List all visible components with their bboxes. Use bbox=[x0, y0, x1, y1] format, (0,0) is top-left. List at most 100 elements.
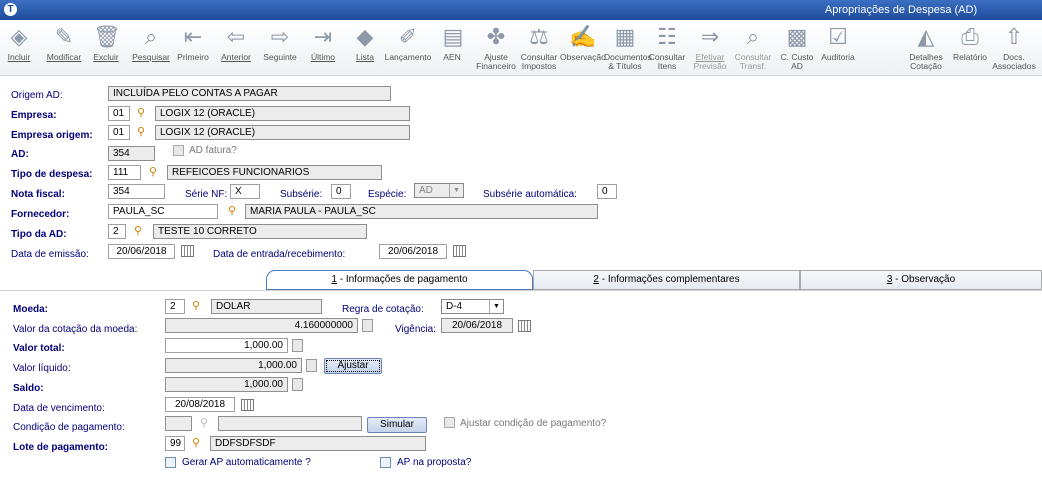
documents-icon: ▦ bbox=[614, 24, 636, 49]
documentos-titulos-button[interactable]: ▦ Documentos & Títulos bbox=[604, 23, 652, 71]
lote-name-field[interactable]: DDFSDFSDF bbox=[210, 436, 426, 451]
empresa-name-field[interactable]: LOGIX 12 (ORACLE) bbox=[155, 106, 410, 121]
primeiro-button[interactable]: ⇤ Primeiro bbox=[175, 23, 211, 62]
tipo-despesa-name-field[interactable]: REFEICOES FUNCIONARIOS bbox=[167, 165, 382, 180]
calendar-icon[interactable] bbox=[453, 245, 466, 257]
tab-informacoes-pagamento[interactable]: 1 - Informações de pagamento bbox=[266, 270, 533, 290]
emissao-date-field[interactable]: 20/06/2018 bbox=[108, 244, 175, 259]
subserie-field[interactable]: 0 bbox=[331, 184, 351, 199]
lista-button[interactable]: ◆ Lista bbox=[352, 23, 378, 62]
printer-icon: ⎙ bbox=[961, 24, 979, 49]
fornecedor-label: Fornecedor: bbox=[11, 209, 70, 220]
cube-icon: ▩ bbox=[786, 24, 808, 49]
detalhes-cotacao-button[interactable]: ◭ Detalhes Cotação bbox=[906, 23, 946, 71]
calendar-icon[interactable] bbox=[518, 320, 531, 332]
pesquisar-button[interactable]: ⌕ Pesquisar bbox=[130, 23, 172, 62]
ajustar-condicao-checkbox[interactable] bbox=[444, 417, 455, 428]
ad-field[interactable]: 354 bbox=[108, 146, 155, 161]
vencimento-date-field[interactable]: 20/08/2018 bbox=[165, 397, 235, 412]
condicao-name-field[interactable] bbox=[218, 416, 362, 431]
relatorio-button[interactable]: ⎙ Relatório bbox=[950, 23, 990, 62]
last-icon: ⇥ bbox=[313, 24, 333, 49]
chevron-down-icon: ▼ bbox=[489, 300, 503, 313]
condicao-code-field[interactable] bbox=[165, 416, 192, 431]
empresa-code-field[interactable]: 01 bbox=[108, 106, 130, 121]
moeda-name-field[interactable]: DOLAR bbox=[211, 299, 322, 314]
tipo-despesa-code-field[interactable]: 111 bbox=[108, 165, 141, 180]
search-icon[interactable]: ⚲ bbox=[134, 106, 148, 120]
list-icon: ◆ bbox=[356, 24, 374, 49]
auditoria-button[interactable]: ☑ Auditoria bbox=[818, 23, 858, 62]
search-icon[interactable]: ⚲ bbox=[197, 416, 211, 430]
vigencia-date-field[interactable]: 20/06/2018 bbox=[441, 318, 513, 333]
moeda-code-field[interactable]: 2 bbox=[165, 299, 185, 314]
aen-button[interactable]: ▤ AEN bbox=[440, 23, 464, 62]
search-icon[interactable]: ⚲ bbox=[146, 165, 160, 179]
fornecedor-name-field[interactable]: MARIA PAULA - PAULA_SC bbox=[245, 204, 598, 219]
search-icon[interactable]: ⚲ bbox=[189, 299, 203, 313]
excluir-button[interactable]: 🗑 Excluir bbox=[90, 23, 122, 62]
ap-proposta-checkbox[interactable] bbox=[380, 457, 391, 468]
ajustar-button[interactable]: Ajustar bbox=[324, 358, 382, 374]
calculator-icon[interactable] bbox=[292, 339, 303, 352]
centro-custo-button[interactable]: ▩ C. Custo AD bbox=[778, 23, 816, 71]
valor-total-field[interactable]: 1,000.00 bbox=[165, 338, 288, 353]
especie-label: Espécie: bbox=[368, 189, 407, 200]
toolbar: ◈ Incluir ✎ Modificar 🗑 Excluir ⌕ Pesquisar … bbox=[0, 20, 1042, 76]
search-icon[interactable]: ⚲ bbox=[134, 125, 148, 139]
lote-code-field[interactable]: 99 bbox=[165, 436, 185, 451]
ultimo-button[interactable]: ⇥ Último bbox=[308, 23, 338, 62]
search-icon[interactable]: ⚲ bbox=[131, 224, 145, 238]
empresa-origem-code-field[interactable]: 01 bbox=[108, 125, 130, 140]
consultar-impostos-button[interactable]: ⚖ Consultar Impostos bbox=[520, 23, 558, 71]
calendar-icon[interactable] bbox=[181, 245, 194, 257]
search-icon[interactable]: ⚲ bbox=[225, 204, 239, 218]
especie-select[interactable]: AD ▼ bbox=[414, 183, 464, 198]
calculator-icon[interactable] bbox=[306, 359, 317, 372]
consultar-transf-button[interactable]: ⌕ Consultar Transf. bbox=[734, 23, 772, 71]
entrada-date-field[interactable]: 20/06/2018 bbox=[379, 244, 447, 259]
ajuste-financeiro-button[interactable]: ✤ Ajuste Financeiro bbox=[474, 23, 518, 71]
search-icon[interactable]: ⚲ bbox=[189, 436, 203, 450]
window-title: Apropriações de Despesa (AD) bbox=[824, 4, 978, 16]
nota-fiscal-field[interactable]: 354 bbox=[108, 184, 165, 199]
checklist-icon: ☷ bbox=[657, 24, 677, 49]
ad-fatura-checkbox[interactable] bbox=[173, 145, 184, 156]
simular-button[interactable]: Simular bbox=[367, 417, 427, 433]
gerar-ap-checkbox[interactable] bbox=[165, 457, 176, 468]
modificar-button[interactable]: ✎ Modificar bbox=[44, 23, 84, 62]
empresa-origem-name-field[interactable]: LOGIX 12 (ORACLE) bbox=[155, 125, 410, 140]
calculator-icon[interactable] bbox=[362, 319, 373, 332]
tab-observacao[interactable]: 3 - Observação bbox=[800, 270, 1042, 290]
subserie-automatica-field[interactable]: 0 bbox=[597, 184, 617, 199]
docs-associados-button[interactable]: ⇧ Docs. Associados bbox=[992, 23, 1036, 71]
serie-label: Série NF: bbox=[185, 189, 228, 200]
observacao-button[interactable]: ✍ Observação bbox=[560, 23, 606, 62]
origem-field[interactable]: INCLUÍDA PELO CONTAS A PAGAR bbox=[108, 86, 391, 101]
cotacao-field[interactable]: 4.160000000 bbox=[165, 318, 358, 333]
document-icon: ▤ bbox=[442, 24, 464, 49]
regra-cotacao-select[interactable]: D-4 ▼ bbox=[441, 299, 504, 314]
saldo-field[interactable]: 1,000.00 bbox=[165, 377, 288, 392]
consultar-itens-button[interactable]: ☷ Consultar Itens bbox=[648, 23, 686, 71]
ap-proposta-label: AP na proposta? bbox=[397, 457, 472, 468]
calendar-icon[interactable] bbox=[241, 399, 254, 411]
search-icon: ⌕ bbox=[144, 24, 158, 49]
lancamento-button[interactable]: ✐ Lançamento bbox=[384, 23, 432, 62]
incluir-button[interactable]: ◈ Incluir bbox=[4, 23, 34, 62]
transfer-search-icon: ⌕ bbox=[746, 24, 760, 49]
seguinte-button[interactable]: ⇨ Seguinte bbox=[262, 23, 298, 62]
serie-field[interactable]: X bbox=[230, 184, 260, 199]
efetivar-previsao-button[interactable]: ⇒ Efetivar Previsão bbox=[690, 23, 730, 71]
title-bar: T Apropriações de Despesa (AD) bbox=[0, 0, 1042, 20]
valor-liquido-field[interactable]: 1,000.00 bbox=[165, 358, 302, 373]
fornecedor-code-field[interactable]: PAULA_SC bbox=[108, 204, 218, 219]
tipo-ad-name-field[interactable]: TESTE 10 CORRETO bbox=[153, 224, 367, 239]
next-icon: ⇨ bbox=[270, 24, 290, 49]
tipo-ad-code-field[interactable]: 2 bbox=[108, 224, 126, 239]
calculator-icon[interactable] bbox=[292, 378, 303, 391]
gerar-ap-label: Gerar AP automaticamente ? bbox=[182, 457, 311, 468]
tab-informacoes-complementares[interactable]: 2 - Informações complementares bbox=[533, 270, 800, 290]
anterior-button[interactable]: ⇦ Anterior bbox=[218, 23, 254, 62]
condicao-pagamento-label: Condição de pagamento: bbox=[13, 422, 125, 433]
